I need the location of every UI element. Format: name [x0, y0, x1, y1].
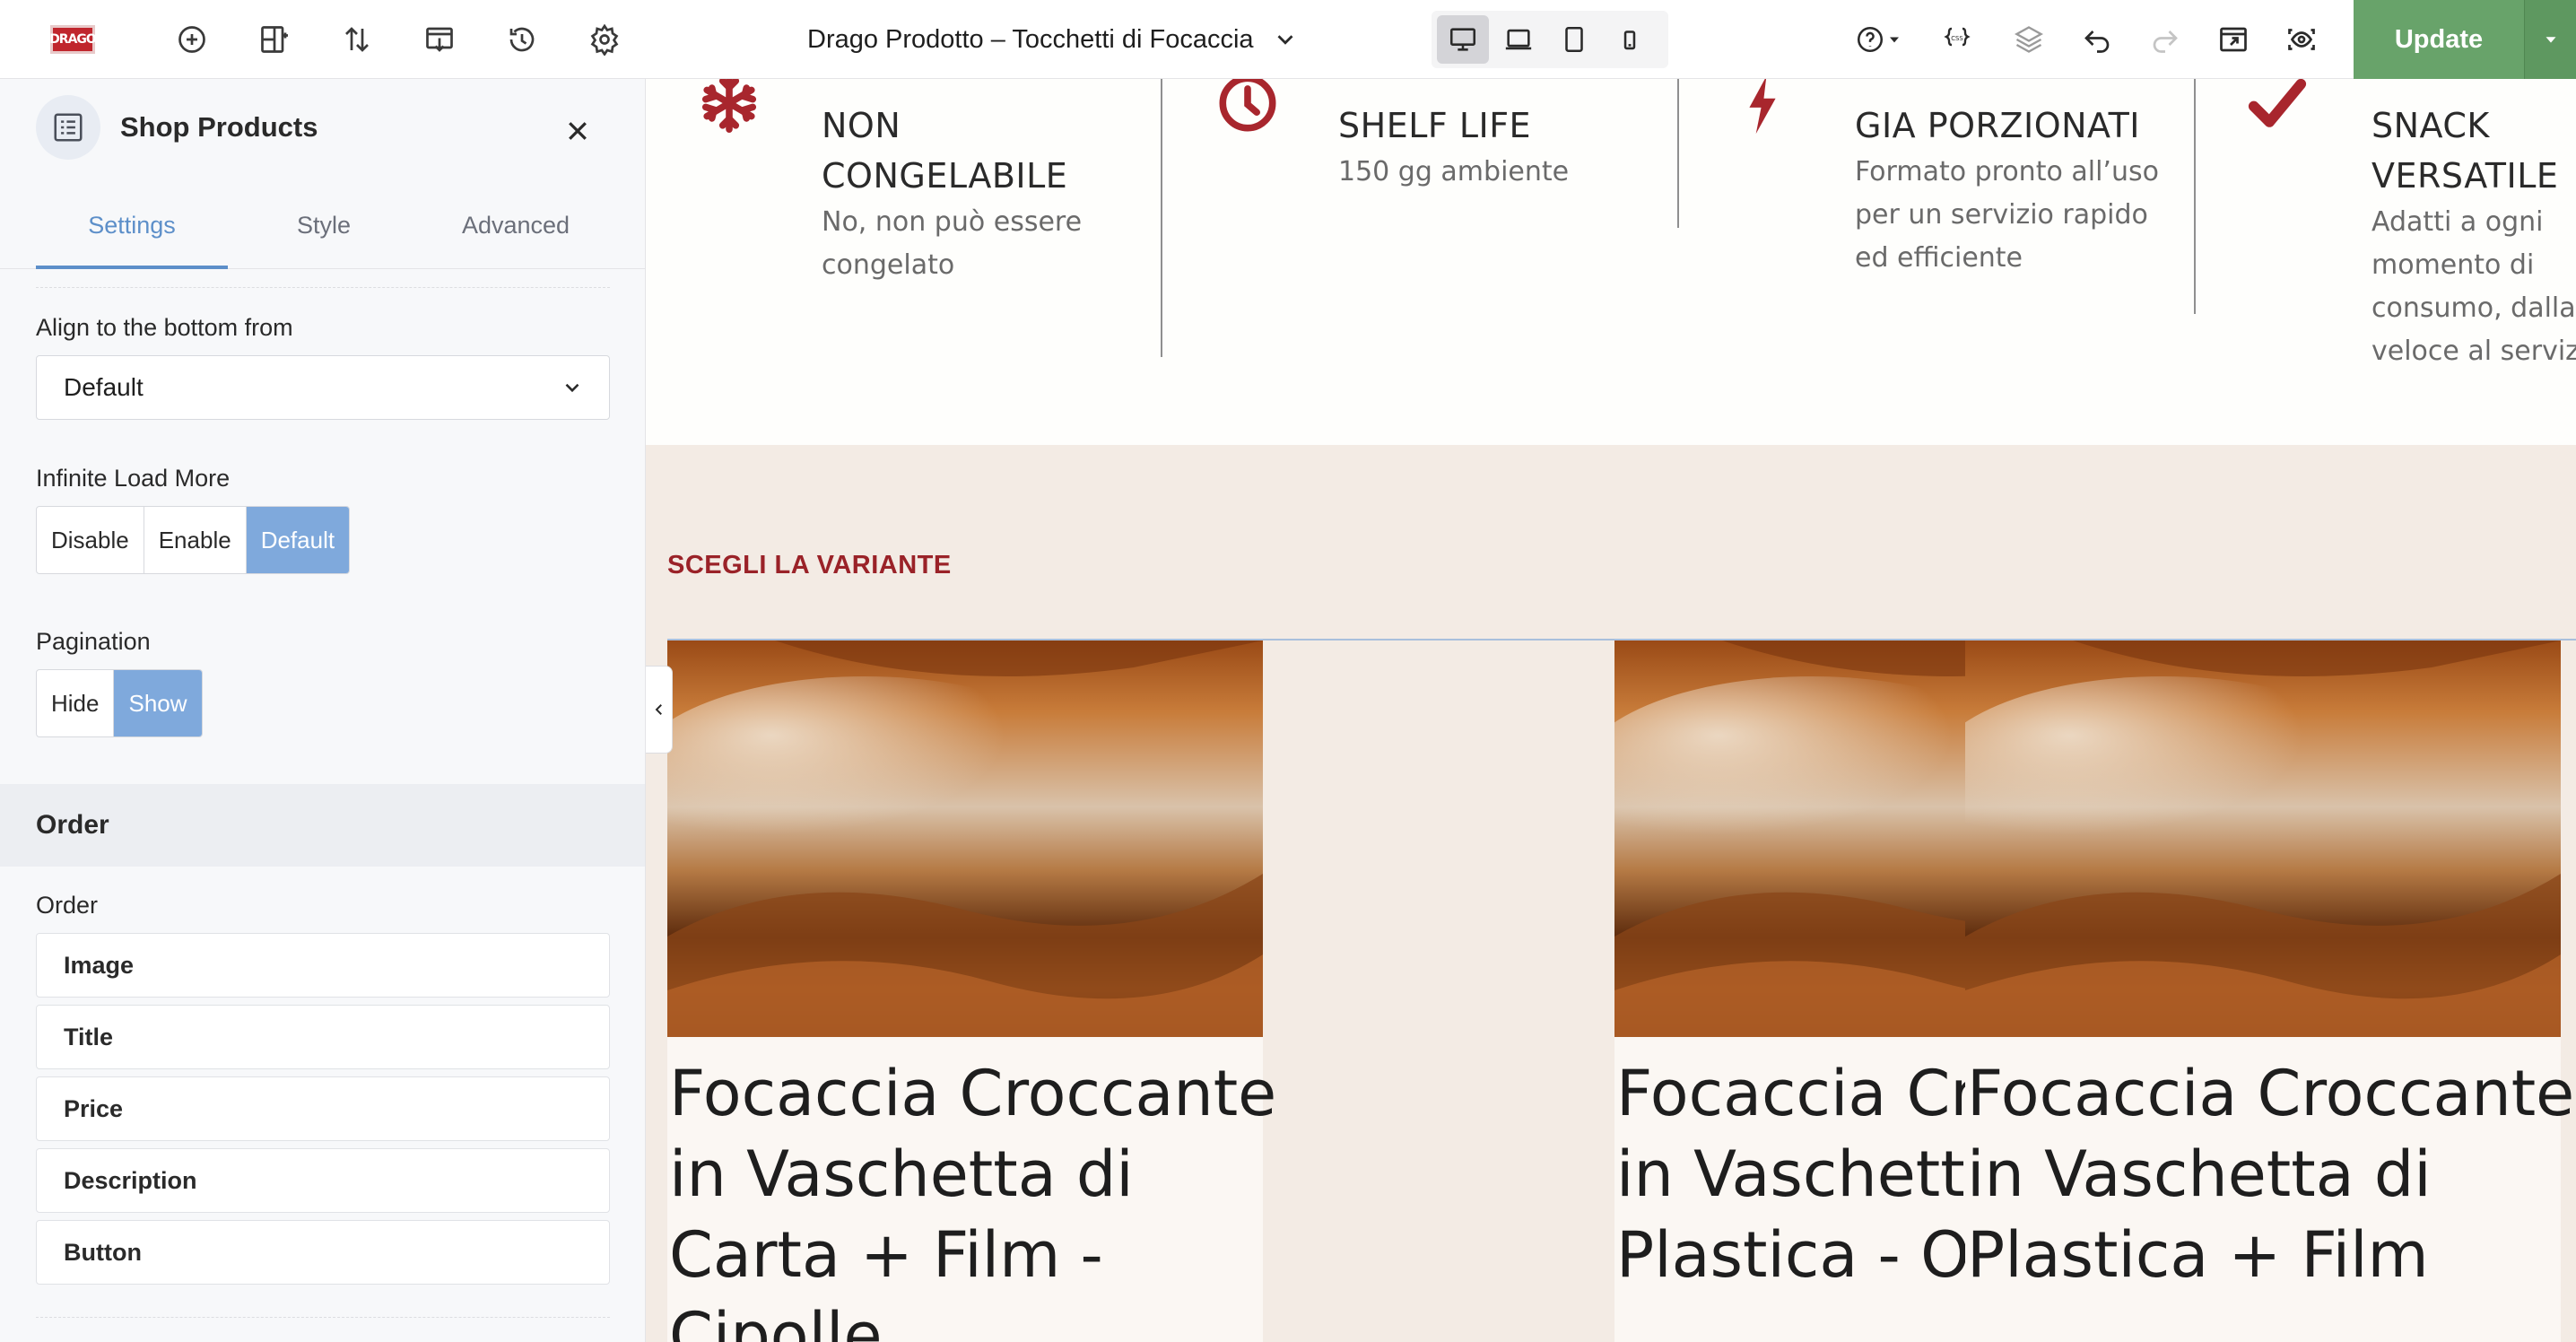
help-icon	[1857, 26, 1884, 53]
align-bottom-label: Align to the bottom from	[36, 314, 293, 341]
eye-icon[interactable]	[2282, 20, 2321, 59]
infinite-load-disable-option[interactable]: Disable	[37, 507, 144, 573]
divider	[36, 1317, 610, 1318]
responsive-device-switcher	[1432, 11, 1668, 68]
feature-divider	[2194, 79, 2196, 314]
order-item-button[interactable]: Button	[36, 1220, 610, 1285]
site-logo[interactable]: DRAGO	[49, 25, 97, 54]
collapse-panel-handle[interactable]	[646, 666, 673, 754]
order-label: Order	[36, 892, 99, 919]
order-item-image[interactable]: Image	[36, 933, 610, 998]
undo-icon[interactable]	[2077, 20, 2117, 59]
preview-icon[interactable]	[2214, 20, 2253, 59]
widget-settings-panel: Shop Products Settings Style Advanced Al…	[0, 79, 646, 1342]
layout-icon[interactable]	[255, 20, 294, 59]
align-bottom-value: Default	[64, 373, 144, 401]
product-image	[1965, 640, 2561, 1037]
lightning-icon	[1749, 79, 1776, 135]
product-title[interactable]: Focaccia Croccante in Vaschetta di Plast…	[1967, 1053, 2576, 1295]
templates-icon[interactable]	[420, 20, 459, 59]
editor-topbar: DRAGO Drago Prodotto – Tocchetti di Foca…	[0, 0, 2576, 79]
tablet-icon	[1565, 26, 1583, 53]
update-button[interactable]: Update	[2354, 0, 2524, 79]
product-title[interactable]: Focaccia Croccante in Vaschetta di Carta…	[669, 1053, 1279, 1342]
pagination-hide-option[interactable]: Hide	[37, 670, 115, 736]
feature-title: GIA PORZIONATI	[1855, 106, 2140, 145]
tab-advanced[interactable]: Advanced	[420, 183, 612, 268]
feature-description: Formato pronto all’uso per un servizio r…	[1855, 156, 2159, 274]
infinite-load-label: Infinite Load More	[36, 465, 231, 492]
feature-divider	[1161, 79, 1162, 357]
chevron-down-icon	[565, 383, 579, 393]
settings-icon[interactable]	[585, 20, 624, 59]
pagination-label: Pagination	[36, 628, 151, 655]
panel-tabs: Settings Style Advanced	[0, 183, 645, 269]
redo-icon[interactable]	[2145, 20, 2185, 59]
check-icon	[2248, 79, 2307, 127]
add-element-icon[interactable]	[172, 20, 212, 59]
close-panel-button[interactable]	[556, 109, 599, 152]
css-icon[interactable]: CSS	[1937, 20, 1977, 59]
feature-description: No, non può essere congelato	[822, 206, 1083, 281]
clock-icon	[1219, 79, 1276, 132]
help-menu-button[interactable]	[1848, 20, 1910, 59]
chevron-down-icon	[1277, 35, 1293, 45]
pagination-show-option[interactable]: Show	[114, 670, 202, 736]
layers-icon[interactable]	[2009, 20, 2049, 59]
order-item-title[interactable]: Title	[36, 1005, 610, 1069]
feature-description: Adatti a ogni momento di consumo, dalla …	[2371, 206, 2576, 367]
feature-description: 150 gg ambiente	[1338, 156, 1570, 187]
close-icon	[569, 122, 587, 140]
logo-text: DRAGO	[49, 32, 97, 47]
mobile-icon	[1623, 30, 1636, 50]
navigator-icon[interactable]	[337, 20, 377, 59]
infinite-load-enable-option[interactable]: Enable	[144, 507, 247, 573]
align-bottom-select[interactable]: Default	[36, 355, 610, 420]
feature-title: SHELF LIFE	[1338, 106, 1532, 145]
pagination-segmented: Hide Show	[36, 669, 203, 737]
history-icon[interactable]	[502, 20, 542, 59]
panel-header: Shop Products	[36, 93, 318, 161]
laptop-view-button[interactable]	[1493, 15, 1545, 64]
chevron-left-icon	[655, 704, 662, 715]
feature-divider	[1677, 79, 1679, 228]
order-item-price[interactable]: Price	[36, 1076, 610, 1141]
svg-text:CSS: CSS	[1951, 35, 1963, 42]
tablet-view-button[interactable]	[1548, 15, 1600, 64]
document-title: Drago Prodotto – Tocchetti di Focaccia	[807, 24, 1254, 54]
desktop-view-button[interactable]	[1437, 15, 1489, 64]
caret-down-icon	[1890, 37, 1899, 43]
infinite-load-default-option[interactable]: Default	[246, 507, 350, 573]
feature-title: SNACK VERSATILE	[2371, 106, 2559, 196]
snowflake-icon	[701, 79, 757, 133]
order-section-header[interactable]: Order	[0, 784, 645, 867]
infinite-load-segmented: Disable Enable Default	[36, 506, 351, 574]
divider	[36, 287, 610, 288]
widget-title: Shop Products	[120, 111, 318, 143]
document-title-dropdown[interactable]: Drago Prodotto – Tocchetti di Focaccia	[807, 20, 1299, 59]
tab-settings[interactable]: Settings	[36, 183, 228, 269]
product-image	[667, 640, 1263, 1037]
shop-products-widget-icon	[36, 95, 100, 160]
product-card[interactable]: Focaccia Croccante in Vaschetta di Plast…	[1965, 640, 2574, 1342]
order-item-description[interactable]: Description	[36, 1148, 610, 1213]
tab-style[interactable]: Style	[228, 183, 420, 268]
mobile-view-button[interactable]	[1604, 15, 1656, 64]
update-options-button[interactable]	[2524, 0, 2576, 79]
desktop-icon	[1449, 28, 1476, 51]
feature-title: NON CONGELABILE	[822, 106, 1068, 196]
caret-down-icon	[2546, 37, 2555, 43]
variant-heading: SCEGLI LA VARIANTE	[667, 551, 952, 580]
product-card[interactable]: Focaccia Croccante in Vaschetta di Carta…	[667, 640, 1276, 1342]
page-preview-canvas: NON CONGELABILE No, non può essere conge…	[646, 79, 2576, 1342]
laptop-icon	[1505, 29, 1532, 50]
